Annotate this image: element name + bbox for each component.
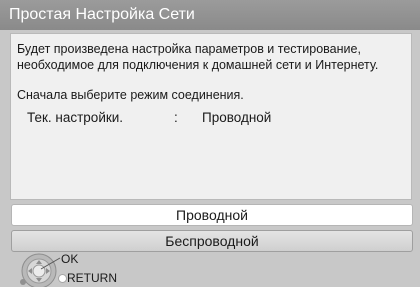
dialog-screen: Простая Настройка Сети Будет произведена… <box>0 0 420 287</box>
current-settings-separator: : <box>174 110 178 125</box>
current-settings-value: Проводной <box>202 110 272 125</box>
dpad-icon <box>20 253 61 287</box>
ok-hint: OK <box>61 252 79 266</box>
option-wireless[interactable]: Беспроводной <box>11 230 413 252</box>
dialog-title: Простая Настройка Сети <box>0 0 420 30</box>
current-settings-label: Тек. настройки. <box>27 110 124 125</box>
return-dot-icon <box>58 274 67 283</box>
prompt-text: Сначала выберите режим соединения. <box>17 88 244 102</box>
description-text: Будет произведена настройка параметров и… <box>17 42 379 72</box>
option-wired[interactable]: Проводной <box>11 204 413 226</box>
return-hint: RETURN <box>67 271 117 285</box>
info-panel: Будет произведена настройка параметров и… <box>10 33 412 200</box>
